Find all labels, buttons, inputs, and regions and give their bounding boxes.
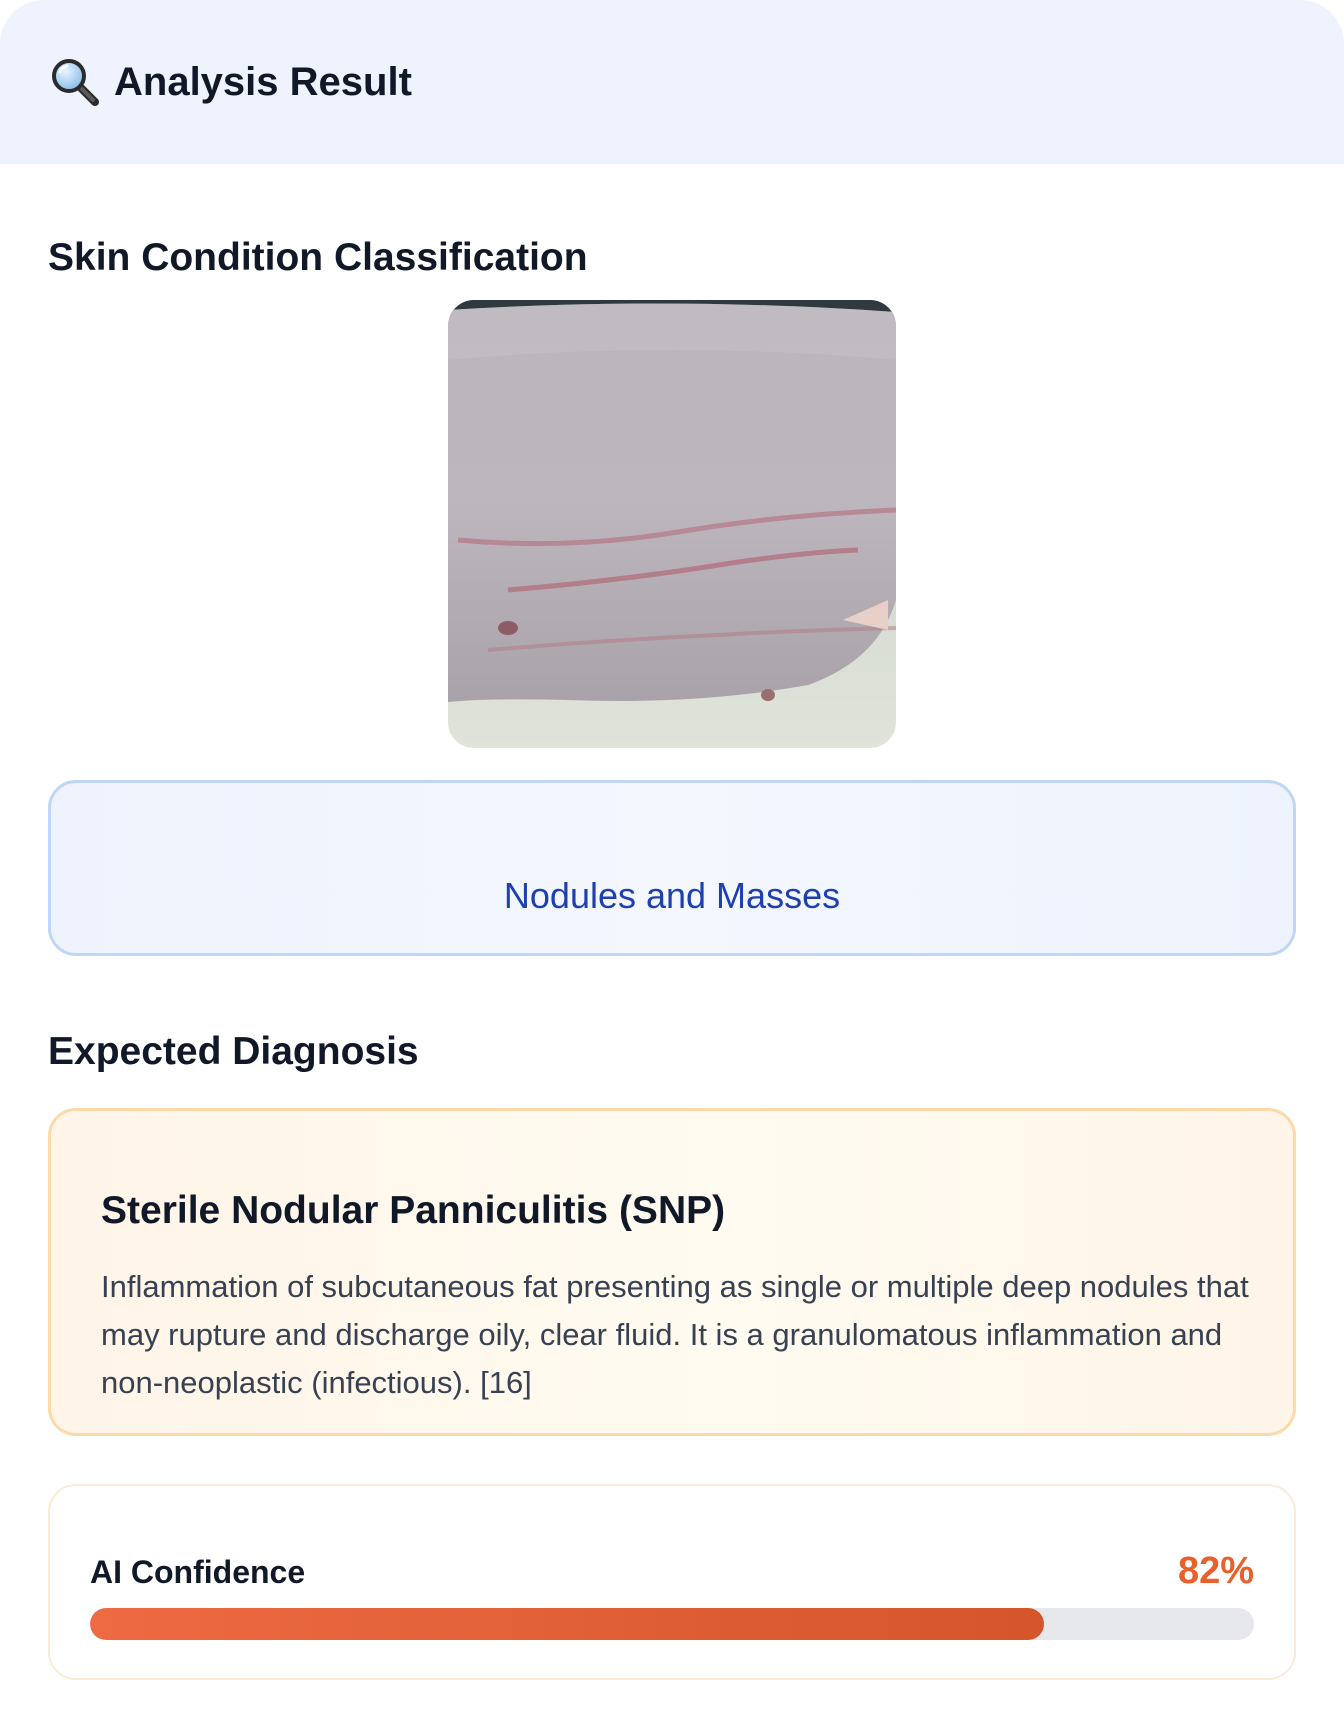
magnifier-icon bbox=[50, 57, 100, 107]
skin-photo bbox=[448, 300, 896, 748]
confidence-value: 82% bbox=[1177, 1550, 1254, 1592]
page-title: Analysis Result bbox=[114, 59, 412, 104]
classification-result-box: Nodules and Masses bbox=[48, 780, 1296, 956]
diagnosis-card: Sterile Nodular Panniculitis (SNP) Infla… bbox=[48, 1108, 1296, 1436]
diagnosis-description: Inflammation of subcutaneous fat present… bbox=[101, 1269, 1249, 1400]
confidence-bar-track bbox=[90, 1608, 1254, 1640]
confidence-bar-fill bbox=[90, 1608, 1045, 1640]
classification-label: Nodules and Masses bbox=[503, 875, 841, 916]
confidence-card: AI Confidence 82% bbox=[48, 1484, 1296, 1680]
classification-section-title: Skin Condition Classification bbox=[48, 236, 588, 279]
diagnosis-section-title: Expected Diagnosis bbox=[48, 1030, 419, 1073]
diagnosis-name: Sterile Nodular Panniculitis (SNP) bbox=[101, 1189, 726, 1232]
header: Analysis Result bbox=[0, 0, 1344, 164]
analysis-result-card: Analysis Result Skin Condition Classific… bbox=[0, 0, 1344, 1728]
confidence-label: AI Confidence bbox=[90, 1554, 306, 1590]
